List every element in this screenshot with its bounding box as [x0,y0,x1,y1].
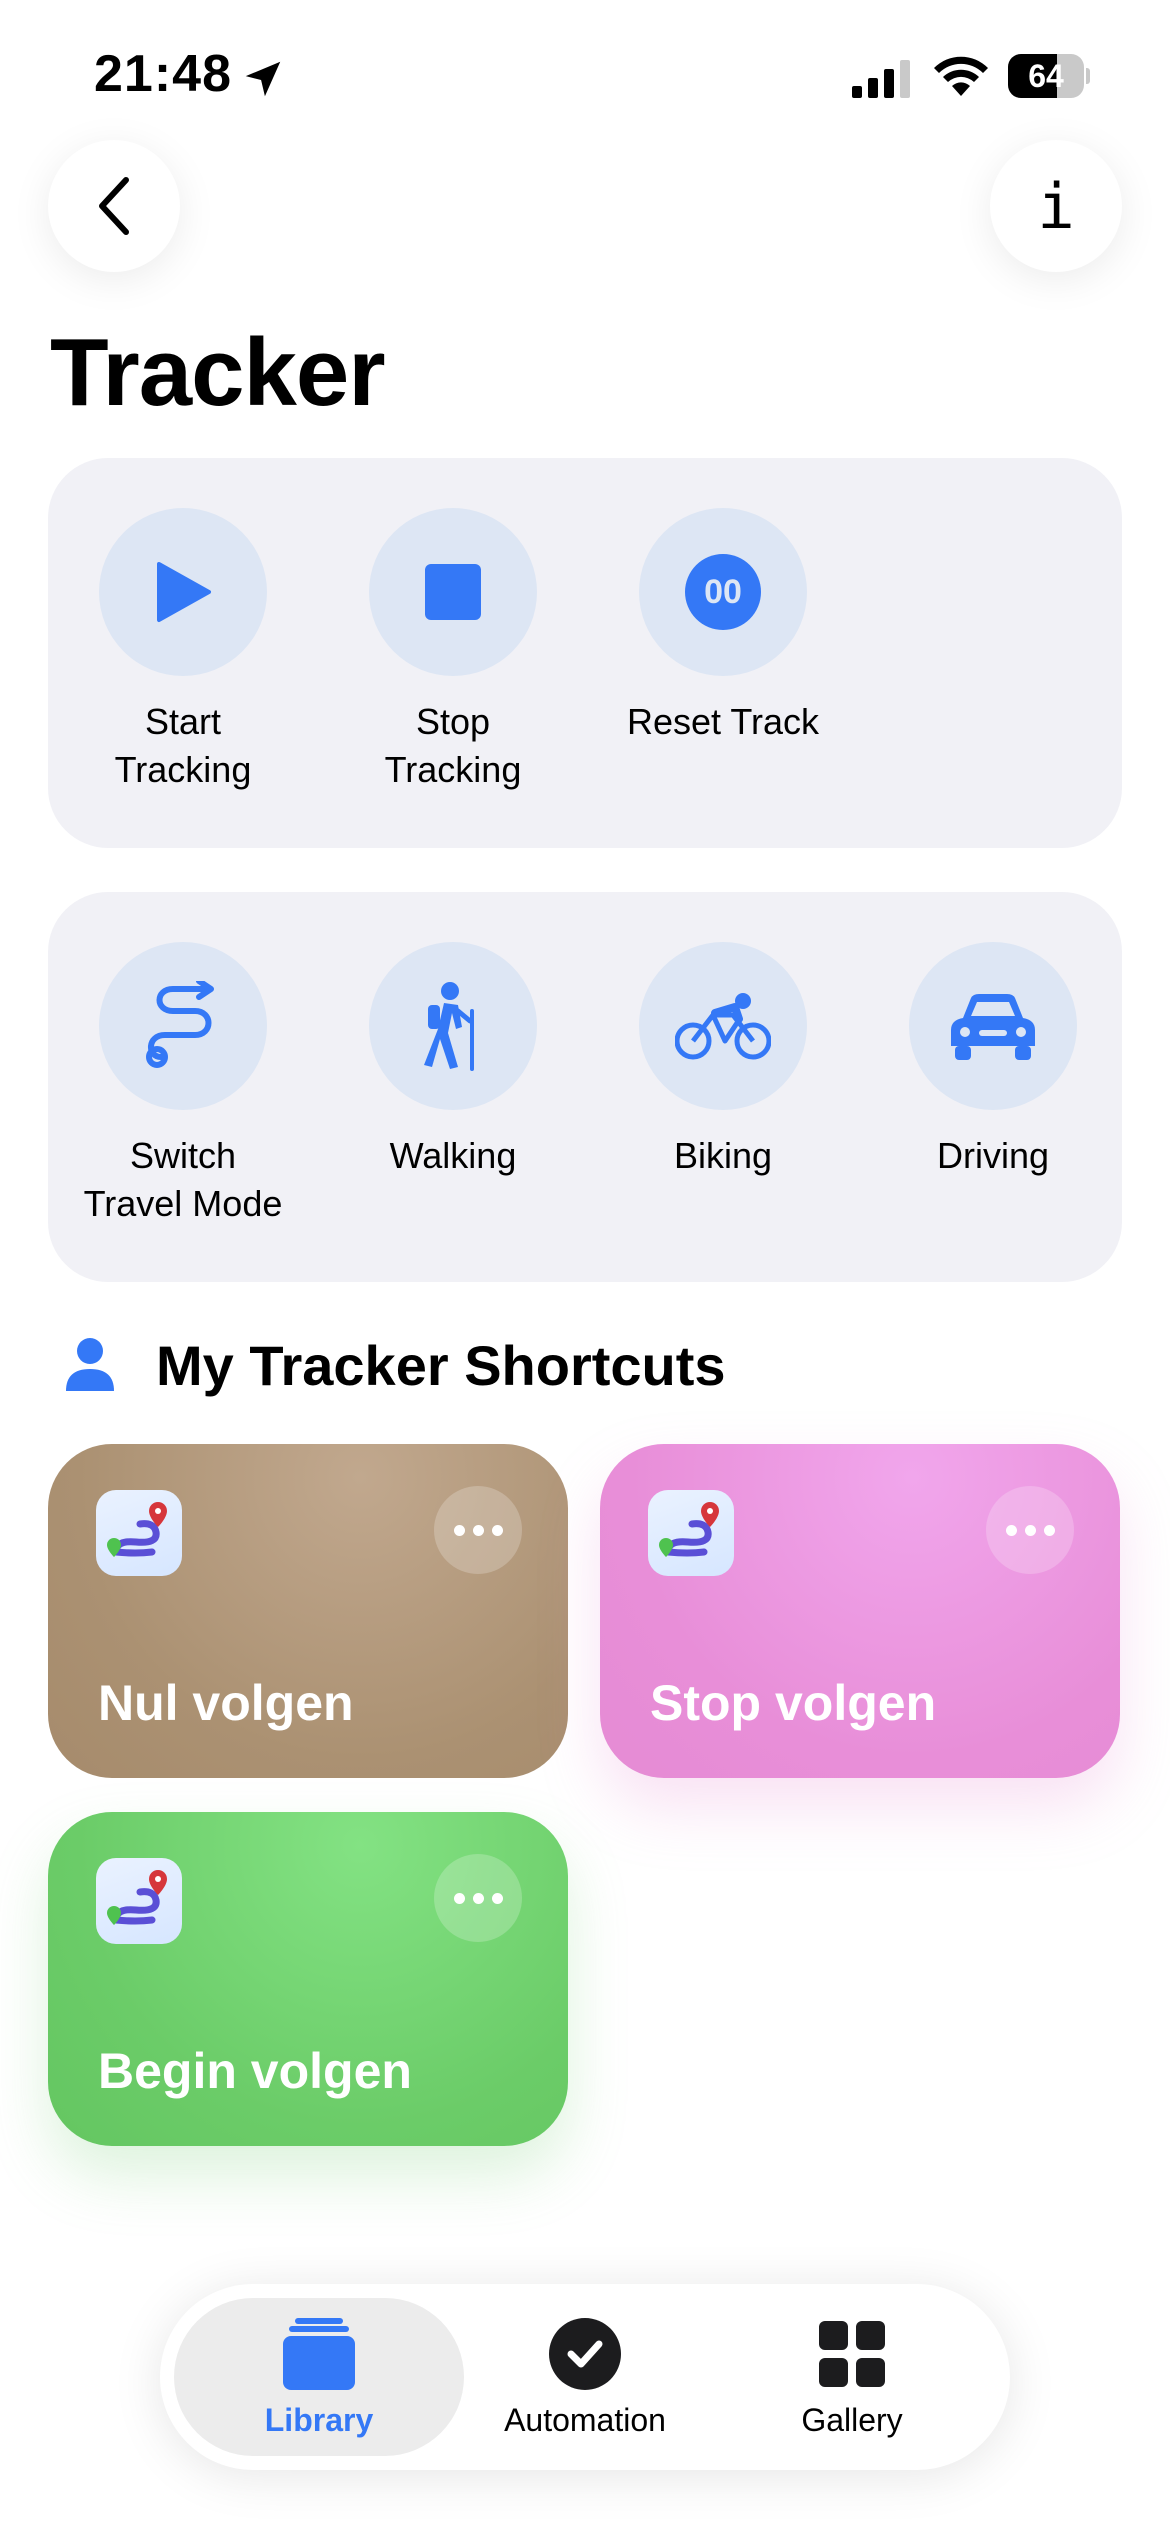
route-icon [146,981,214,1068]
more-options-button[interactable] [434,1854,522,1942]
stack-icon [283,2318,355,2390]
action-label: Tracking [114,749,252,790]
biking-button[interactable]: Biking [588,942,858,1180]
clock-check-icon [549,2318,621,2390]
shortcut-name: Nul volgen [98,1675,354,1731]
switch-travel-mode-button[interactable]: Switch Travel Mode [48,942,318,1228]
page-title: Tracker [50,319,386,426]
walking-button[interactable]: Walking [318,942,588,1180]
info-button[interactable]: i [990,140,1122,272]
grid-icon [819,2321,885,2387]
reset-track-button[interactable]: 00 Reset Track [588,508,858,746]
tracking-actions-panel: Start Tracking Stop Tracking 00 Reset Trac… [48,458,1122,848]
more-options-button[interactable] [986,1486,1074,1574]
tab-automation[interactable]: Automation [455,2314,715,2439]
bicycle-icon [675,993,771,1060]
action-label: Switch [129,1135,237,1176]
reset-00-icon: 00 [685,554,761,630]
info-icon: i [1037,169,1075,243]
tab-gallery[interactable]: Gallery [722,2314,982,2439]
cellular-signal-icon [852,60,910,98]
shortcut-tile-stop-volgen[interactable]: Stop volgen [600,1444,1120,1778]
tracker-app-icon [96,1858,182,1944]
action-label: Tracking [384,749,522,790]
action-label: Biking [673,1135,773,1176]
battery-percent: 64 [1028,58,1064,94]
stop-icon [425,564,481,620]
action-label: Driving [936,1135,1050,1176]
location-arrow-icon [245,61,281,97]
wifi-icon [934,56,988,96]
tracker-app-icon [648,1490,734,1576]
stop-tracking-button[interactable]: Stop Tracking [318,508,588,794]
tab-label: Gallery [801,2402,903,2438]
status-time: 21:48 [94,45,232,103]
play-icon [157,562,211,622]
hiker-icon [424,982,474,1071]
more-options-button[interactable] [434,1486,522,1574]
car-icon [951,994,1035,1060]
chevron-left-icon [99,177,129,235]
action-label: Reset Track [626,701,820,742]
shortcut-name: Stop volgen [650,1675,937,1731]
action-label: Stop [415,701,491,742]
shortcut-tile-nul-volgen[interactable]: Nul volgen [48,1444,568,1778]
section-header: My Tracker Shortcuts [64,1330,726,1400]
tracker-app-icon [96,1490,182,1576]
person-icon [66,1338,114,1391]
back-button[interactable] [48,140,180,272]
action-label: Start [144,701,222,742]
travel-mode-panel: Switch Travel Mode Walking Biking Drivin… [48,892,1122,1282]
start-tracking-button[interactable]: Start Tracking [48,508,318,794]
section-title: My Tracker Shortcuts [156,1333,726,1397]
status-bar: 21:48 64 [0,0,1170,150]
action-label: Walking [389,1135,517,1176]
shortcut-tile-begin-volgen[interactable]: Begin volgen [48,1812,568,2146]
tab-label: Automation [504,2402,666,2438]
tab-library[interactable]: Library [189,2314,449,2439]
tab-label: Library [264,2402,374,2438]
driving-button[interactable]: Driving [858,942,1128,1180]
tab-bar: Library Automation Gallery [160,2284,1010,2470]
battery-icon: 64 [1008,54,1090,98]
action-label: Travel Mode [83,1183,283,1224]
shortcut-name: Begin volgen [98,2043,412,2099]
